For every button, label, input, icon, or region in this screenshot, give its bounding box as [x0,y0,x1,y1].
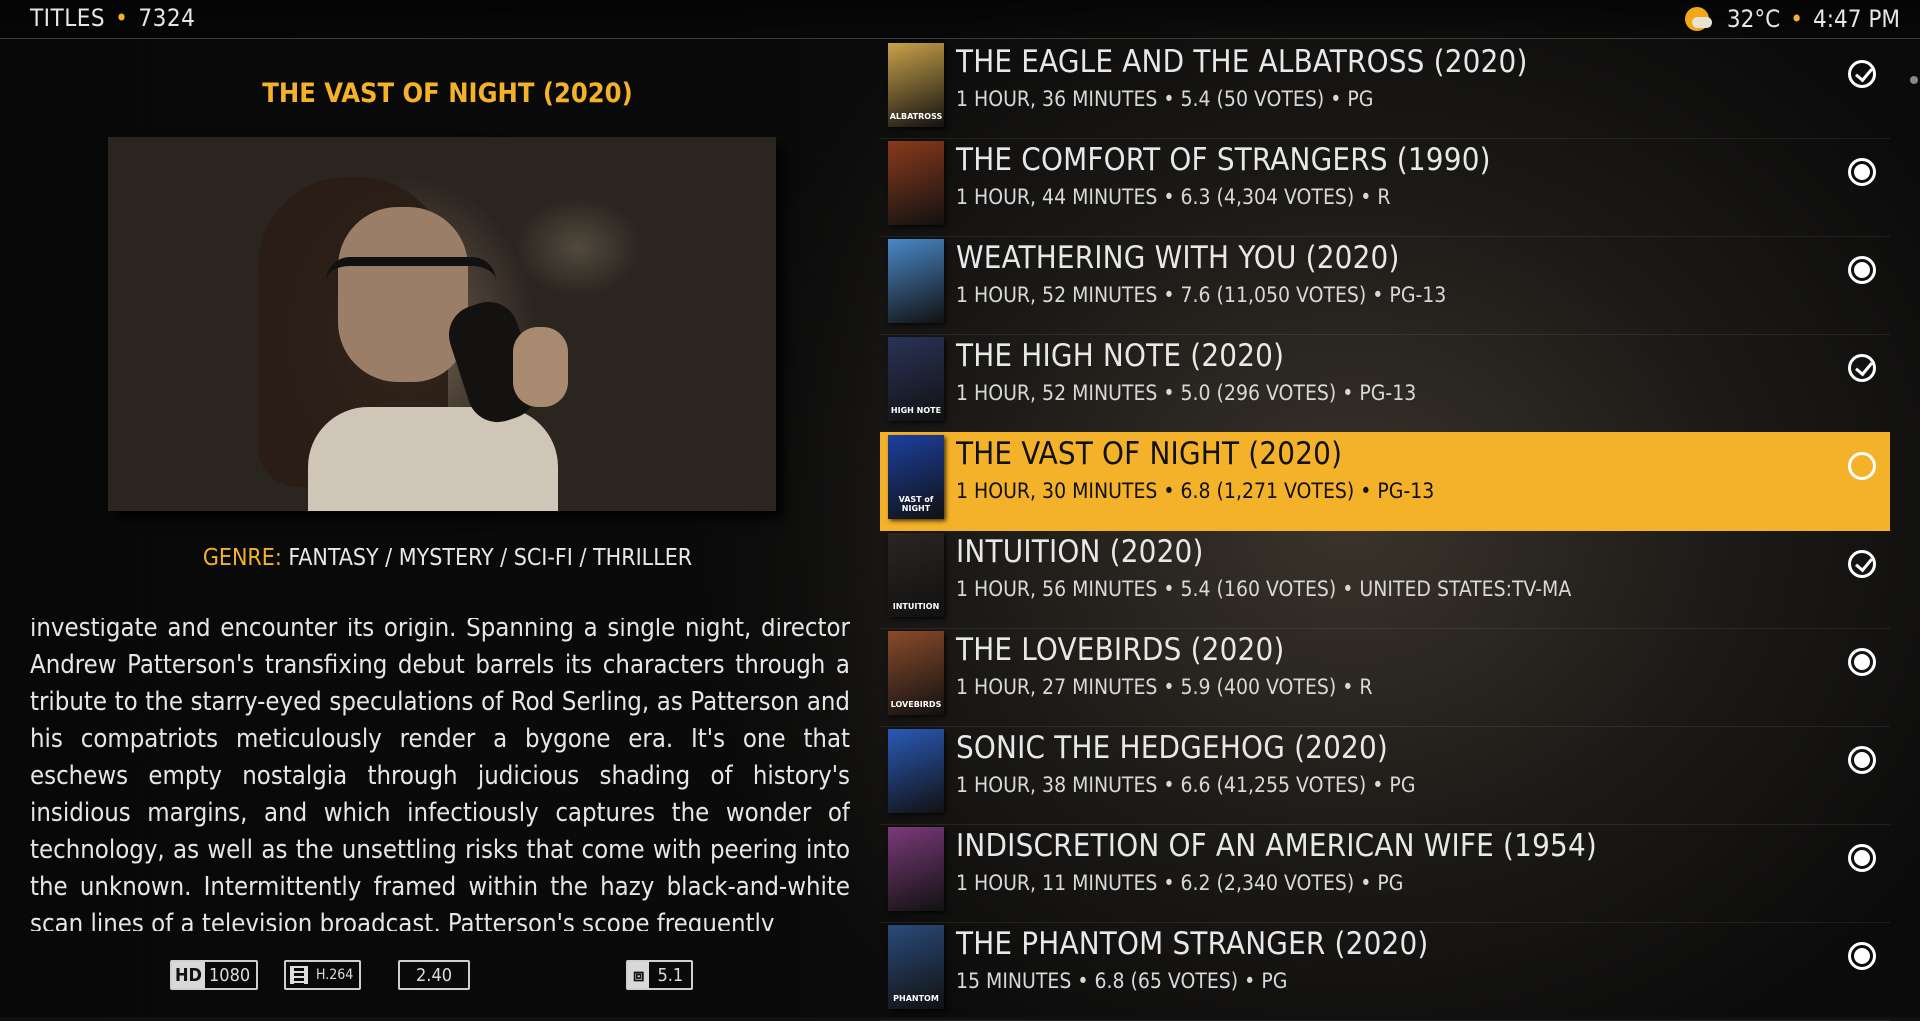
partly-cloudy-icon [1683,4,1713,34]
list-item-title: WEATHERING WITH YOU (2020) [956,240,1400,276]
unwatched-circle-icon [1848,746,1876,774]
poster-thumbnail: PHANTOM [888,925,944,1009]
genre-value: FANTASY / MYSTERY / SCI-FI / THRILLER [288,545,693,571]
list-item-meta: 1 HOUR, 30 MINUTES • 6.8 (1,271 VOTES) •… [956,479,1435,503]
list-item-meta: 15 MINUTES • 6.8 (65 VOTES) • PG [956,969,1288,993]
list-item[interactable]: THE COMFORT OF STRANGERS (1990) 1 HOUR, 4… [880,138,1890,237]
scrollbar-indicator[interactable] [1910,76,1918,84]
list-item[interactable]: INTUITION INTUITION (2020) 1 HOUR, 56 MINU… [880,530,1890,629]
list-item-meta: 1 HOUR, 52 MINUTES • 5.0 (296 VOTES) • P… [956,381,1417,405]
genre-line: GENRE: FANTASY / MYSTERY / SCI-FI / THRI… [0,545,895,571]
list-item[interactable]: PHANTOM THE PHANTOM STRANGER (2020) 15 MIN… [880,922,1890,1021]
list-item[interactable]: WEATHERING WITH YOU (2020) 1 HOUR, 52 MIN… [880,236,1890,335]
poster-thumbnail: LOVEBIRDS [888,631,944,715]
list-item-title: INTUITION (2020) [956,534,1204,570]
genre-label: GENRE: [202,545,282,571]
audio-channels: 5.1 [657,964,684,986]
list-item-meta: 1 HOUR, 36 MINUTES • 5.4 (50 VOTES) • PG [956,87,1374,111]
aspect-flag: 2.40 [398,960,471,990]
list-item-meta: 1 HOUR, 56 MINUTES • 5.4 (160 VOTES) • U… [956,577,1572,601]
resolution-flag: HD 1080 [170,960,259,990]
list-item[interactable]: SONIC THE HEDGEHOG (2020) 1 HOUR, 38 MINU… [880,726,1890,825]
library-header: TITLES • 7324 [30,4,195,32]
plot-container[interactable]: investigate and encounter its origin. Sp… [30,618,850,931]
poster-thumbnail [888,729,944,813]
speaker-icon: ⧈ [628,962,650,988]
poster-thumbnail: INTUITION [888,533,944,617]
list-item-title: THE LOVEBIRDS (2020) [956,632,1285,668]
aspect-value: 2.40 [416,964,453,986]
fanart-image [108,137,776,511]
header-separator: • [115,4,129,32]
clock: 4:47 PM [1813,5,1900,33]
plot-text: investigate and encounter its origin. Sp… [30,618,850,931]
section-label: TITLES [30,4,106,32]
unwatched-circle-icon [1848,942,1876,970]
title-count: 7324 [138,4,196,32]
list-item-title: THE VAST OF NIGHT (2020) [956,436,1343,472]
detail-title: THE VAST OF NIGHT (2020) [262,78,633,109]
list-item-meta: 1 HOUR, 27 MINUTES • 5.9 (400 VOTES) • R [956,675,1373,699]
poster-thumbnail [888,827,944,911]
list-item-selected[interactable]: VAST of NIGHT THE VAST OF NIGHT (2020) 1 H… [880,432,1890,531]
poster-thumbnail: ALBATROSS [888,43,944,127]
poster-caption: PHANTOM [893,994,939,1003]
unwatched-circle-icon [1848,452,1876,480]
poster-thumbnail [888,239,944,323]
list-item[interactable]: LOVEBIRDS THE LOVEBIRDS (2020) 1 HOUR, 27 … [880,628,1890,727]
list-item-meta: 1 HOUR, 44 MINUTES • 6.3 (4,304 VOTES) •… [956,185,1391,209]
watched-check-icon [1848,550,1876,578]
unwatched-circle-icon [1848,158,1876,186]
media-flags: HD 1080 H.264 2.40 ⧈ 5.1 [0,960,895,990]
poster-caption: LOVEBIRDS [890,700,942,709]
list-item-title: INDISCRETION OF AN AMERICAN WIFE (1954) [956,828,1597,864]
list-item-meta: 1 HOUR, 38 MINUTES • 6.6 (41,255 VOTES) … [956,773,1416,797]
top-bar: TITLES • 7324 32°C • 4:47 PM [0,0,1920,39]
status-area: 32°C • 4:47 PM [1683,4,1900,34]
list-item-title: THE COMFORT OF STRANGERS (1990) [956,142,1491,178]
unwatched-circle-icon [1848,844,1876,872]
poster-caption: HIGH NOTE [890,406,942,415]
unwatched-circle-icon [1848,256,1876,284]
poster-caption: ALBATROSS [889,112,943,121]
poster-caption: INTUITION [892,602,940,611]
poster-thumbnail: HIGH NOTE [888,337,944,421]
status-separator: • [1790,5,1803,33]
poster-thumbnail: VAST of NIGHT [888,435,944,519]
list-item-meta: 1 HOUR, 11 MINUTES • 6.2 (2,340 VOTES) •… [956,871,1404,895]
list-item-title: THE HIGH NOTE (2020) [956,338,1285,374]
poster-caption: VAST of NIGHT [898,495,934,513]
resolution-value: 1080 [209,964,251,986]
film-icon [286,962,312,988]
hd-badge: HD [172,962,205,988]
list-item-meta: 1 HOUR, 52 MINUTES • 7.6 (11,050 VOTES) … [956,283,1447,307]
watched-check-icon [1848,60,1876,88]
list-item[interactable]: INDISCRETION OF AN AMERICAN WIFE (1954) 1… [880,824,1890,923]
watched-check-icon [1848,354,1876,382]
unwatched-circle-icon [1848,648,1876,676]
list-item[interactable]: HIGH NOTE THE HIGH NOTE (2020) 1 HOUR, 52 … [880,334,1890,433]
codec-value: H.264 [316,967,354,983]
temperature: 32°C [1726,5,1781,33]
codec-flag: H.264 [284,960,362,990]
poster-thumbnail [888,141,944,225]
audio-flag: ⧈ 5.1 [626,960,694,990]
list-item-title: SONIC THE HEDGEHOG (2020) [956,730,1388,766]
list-item-title: THE PHANTOM STRANGER (2020) [956,926,1429,962]
list-item-title: THE EAGLE AND THE ALBATROSS (2020) [956,44,1528,80]
list-item[interactable]: ALBATROSS THE EAGLE AND THE ALBATROSS (20… [880,40,1890,139]
